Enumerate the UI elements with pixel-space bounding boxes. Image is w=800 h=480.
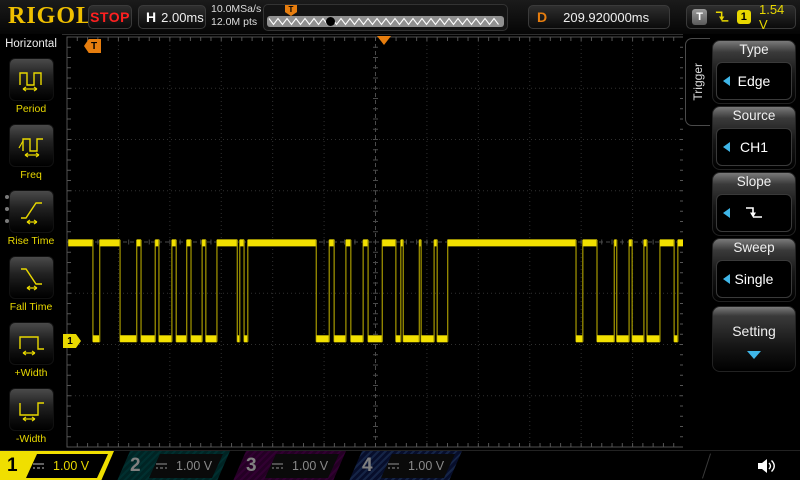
measure-sidebar: Horizontal Period Freq Rise Time Fall Ti… bbox=[0, 34, 62, 450]
memory-depth: 12.0M pts bbox=[211, 16, 258, 28]
divider bbox=[702, 453, 711, 479]
setting-label: Setting bbox=[732, 323, 776, 339]
rise-time-icon bbox=[20, 201, 42, 224]
acquisition-info: 10.0MSa/s 12.0M pts bbox=[211, 3, 261, 29]
dc-coupling-icon bbox=[32, 461, 45, 471]
falling-edge-icon bbox=[746, 207, 762, 218]
measure-freq-label: Freq bbox=[20, 169, 42, 181]
measure-fall-time-button[interactable] bbox=[9, 256, 54, 299]
chevron-down-icon bbox=[747, 351, 761, 359]
rigol-logo: RIGOL bbox=[8, 3, 94, 29]
softkey-setting[interactable]: Setting bbox=[712, 306, 796, 372]
sidebar-title: Horizontal bbox=[5, 38, 57, 50]
softkey-sweep[interactable]: Sweep Single bbox=[712, 238, 796, 302]
channel1-scale: 1.00 V bbox=[53, 459, 90, 473]
measure-period-label: Period bbox=[15, 103, 47, 115]
plus-width-icon bbox=[18, 335, 44, 355]
memory-waveform-strip[interactable] bbox=[267, 16, 504, 27]
channel4-block[interactable]: 4 1.00 V bbox=[349, 451, 462, 480]
left-arrow-icon bbox=[723, 76, 730, 86]
timebase-value: 2.00ms bbox=[161, 9, 204, 25]
sweep-label: Sweep bbox=[733, 240, 775, 255]
slope-label: Slope bbox=[736, 174, 772, 189]
page-dot-2 bbox=[5, 207, 9, 211]
channel2-scale: 1.00 V bbox=[176, 459, 213, 473]
trigger-menu-tab: Trigger bbox=[685, 38, 710, 126]
source-value: CH1 bbox=[716, 128, 792, 166]
measure-plus-width-button[interactable] bbox=[9, 322, 54, 365]
delay-box: D 209.920000ms bbox=[528, 5, 670, 29]
preview-window-dot bbox=[326, 17, 335, 26]
channel2-block[interactable]: 2 1.00 V bbox=[117, 451, 230, 480]
softkey-slope[interactable]: Slope bbox=[712, 172, 796, 236]
falling-edge-icon bbox=[716, 11, 729, 22]
measure-freq-button[interactable] bbox=[9, 124, 54, 167]
minus-width-icon bbox=[18, 401, 44, 421]
channel1-scale-box: 1.00 V bbox=[26, 454, 108, 478]
status-bar: RIGOL STOP H 2.00ms 10.0MSa/s 12.0M pts … bbox=[0, 0, 800, 35]
left-arrow-icon bbox=[723, 274, 730, 284]
source-label: Source bbox=[732, 108, 776, 123]
d-label: D bbox=[537, 9, 548, 25]
dc-coupling-icon bbox=[271, 461, 284, 471]
measure-rise-time-label: Rise Time bbox=[7, 235, 55, 247]
dc-coupling-icon bbox=[387, 461, 400, 471]
type-label: Type bbox=[739, 42, 769, 57]
softkey-source[interactable]: Source CH1 bbox=[712, 106, 796, 170]
channel2-number: 2 bbox=[130, 455, 141, 476]
channel-status-bar: 1 1.00 V 2 1.00 V 3 1.00 V 4 1.00 V bbox=[0, 450, 800, 480]
measure-rise-time-button[interactable] bbox=[9, 190, 54, 233]
period-icon bbox=[18, 71, 42, 91]
trigger-status-box: T 1 1.54 V bbox=[686, 2, 796, 32]
freq-icon bbox=[17, 137, 43, 157]
preview-waveform-icon bbox=[268, 17, 499, 26]
horizontal-timebase-box: H 2.00ms bbox=[138, 5, 206, 29]
channel4-scale: 1.00 V bbox=[408, 459, 445, 473]
delay-value: 209.920000ms bbox=[563, 9, 650, 25]
channel4-scale-box: 1.00 V bbox=[381, 454, 455, 478]
sample-rate: 10.0MSa/s bbox=[211, 3, 262, 15]
softkey-type[interactable]: Type Edge bbox=[712, 40, 796, 104]
slope-value bbox=[716, 194, 792, 232]
trigger-menu-panel: Trigger Type Edge Source CH1 Slope Sweep… bbox=[683, 34, 800, 450]
measure-minus-width-label: -Width bbox=[15, 433, 47, 445]
channel3-number: 3 bbox=[246, 455, 257, 476]
measure-plus-width-label: +Width bbox=[14, 367, 48, 379]
type-value: Edge bbox=[716, 62, 792, 100]
speaker-icon[interactable] bbox=[756, 456, 778, 476]
channel4-number: 4 bbox=[362, 455, 373, 476]
oscilloscope-screen: RIGOL STOP H 2.00ms 10.0MSa/s 12.0M pts … bbox=[0, 0, 800, 480]
dc-coupling-icon bbox=[155, 461, 168, 471]
channel1-block[interactable]: 1 1.00 V bbox=[0, 451, 114, 480]
measure-minus-width-button[interactable] bbox=[9, 388, 54, 431]
waveform-display bbox=[66, 36, 685, 448]
channel2-scale-box: 1.00 V bbox=[149, 454, 223, 478]
t-label: T bbox=[692, 9, 708, 25]
channel3-scale: 1.00 V bbox=[292, 459, 329, 473]
sweep-value: Single bbox=[716, 260, 792, 298]
run-state-text: STOP bbox=[90, 9, 130, 25]
measure-fall-time-label: Fall Time bbox=[9, 301, 53, 313]
trigger-level-value: 1.54 V bbox=[758, 2, 785, 32]
page-dot-1 bbox=[5, 195, 9, 199]
trigger-source-badge: 1 bbox=[736, 10, 751, 24]
channel3-scale-box: 1.00 V bbox=[265, 454, 339, 478]
measure-period-button[interactable] bbox=[9, 58, 54, 101]
left-arrow-icon bbox=[723, 208, 730, 218]
fall-time-icon bbox=[20, 267, 42, 290]
trigger-tab-label: Trigger bbox=[691, 63, 705, 101]
channel3-block[interactable]: 3 1.00 V bbox=[233, 451, 346, 480]
left-arrow-icon bbox=[723, 142, 730, 152]
page-dot-3 bbox=[5, 219, 9, 223]
trigger-position-marker[interactable] bbox=[377, 36, 391, 45]
channel1-number: 1 bbox=[7, 455, 18, 476]
h-label: H bbox=[146, 9, 157, 25]
run-state-indicator: STOP bbox=[88, 5, 132, 29]
